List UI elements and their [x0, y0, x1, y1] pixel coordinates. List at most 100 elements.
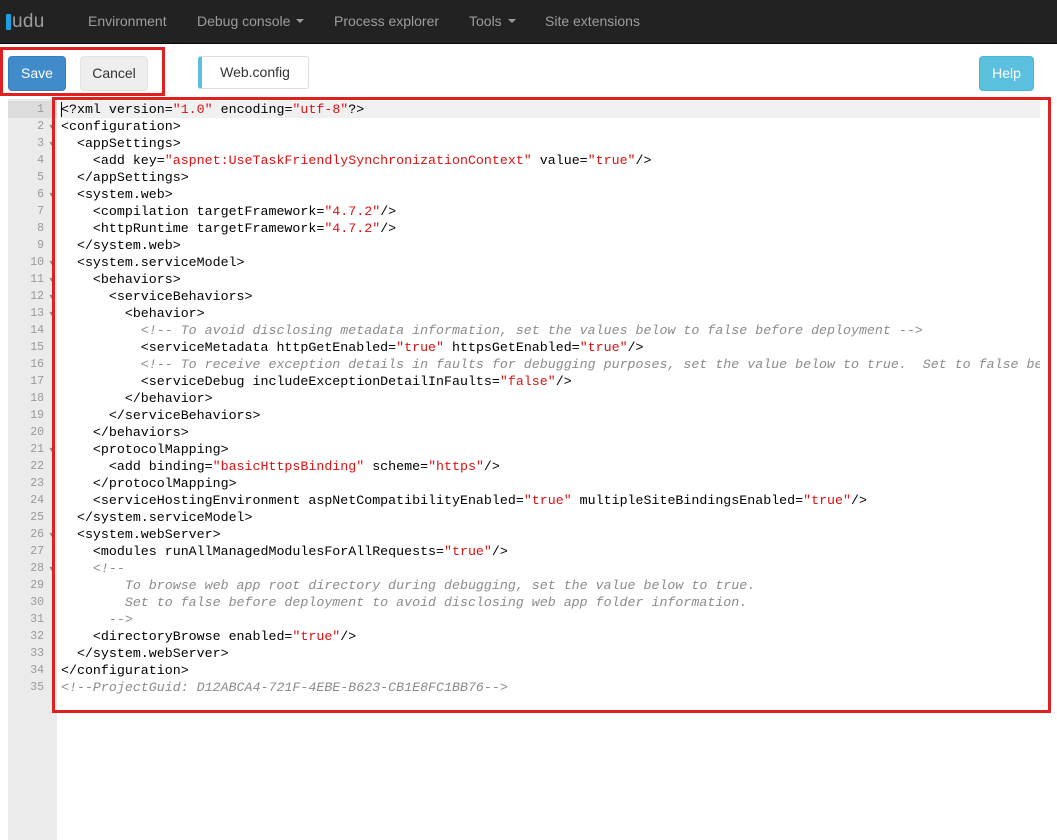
- fold-toggle-icon[interactable]: ▾: [47, 560, 56, 577]
- code-line[interactable]: <compilation targetFramework="4.7.2"/>: [61, 203, 396, 220]
- code-line[interactable]: <!--ProjectGuid: D12ABCA4-721F-4EBE-B623…: [61, 679, 508, 696]
- gutter-line: 23: [8, 475, 57, 492]
- code-line[interactable]: <directoryBrowse enabled="true"/>: [61, 628, 356, 645]
- code-line[interactable]: </protocolMapping>: [61, 475, 237, 492]
- fold-toggle-icon[interactable]: ▾: [47, 254, 56, 271]
- nav-environment[interactable]: Environment: [88, 0, 167, 44]
- save-button[interactable]: Save: [8, 56, 66, 91]
- code-line[interactable]: </serviceBehaviors>: [61, 407, 261, 424]
- gutter-line: 5: [8, 169, 57, 186]
- code-token: </configuration>: [61, 663, 189, 678]
- code-line[interactable]: <serviceMetadata httpGetEnabled="true" h…: [61, 339, 644, 356]
- fold-toggle-icon[interactable]: ▾: [47, 271, 56, 288]
- line-number: 25: [30, 511, 44, 524]
- code-token: />: [851, 493, 867, 508]
- code-line[interactable]: <modules runAllManagedModulesForAllReque…: [61, 543, 508, 560]
- top-navbar: udu Environment Debug console Process ex…: [0, 0, 1057, 44]
- code-line[interactable]: </appSettings>: [61, 169, 189, 186]
- code-line[interactable]: <!-- To avoid disclosing metadata inform…: [61, 322, 923, 339]
- cancel-button[interactable]: Cancel: [80, 56, 148, 91]
- gutter-line: 4: [8, 152, 57, 169]
- fold-toggle-icon[interactable]: ▾: [47, 288, 56, 305]
- code-token: encoding=: [212, 102, 293, 117]
- line-number: 23: [30, 477, 44, 490]
- code-line[interactable]: -->: [61, 611, 133, 628]
- nav-site-extensions-label: Site extensions: [545, 13, 640, 29]
- code-line[interactable]: </configuration>: [61, 662, 189, 679]
- string-token: "aspnet:UseTaskFriendlySynchronizationCo…: [164, 153, 532, 168]
- code-line[interactable]: <system.serviceModel>: [61, 254, 245, 271]
- gutter-line: 25: [8, 509, 57, 526]
- code-line[interactable]: <appSettings>: [61, 135, 181, 152]
- fold-toggle-icon[interactable]: ▾: [47, 305, 56, 322]
- line-number: 10: [30, 256, 44, 269]
- string-token: "true": [292, 629, 341, 644]
- line-number: 27: [30, 545, 44, 558]
- code-line[interactable]: <configuration>: [61, 118, 181, 135]
- code-line[interactable]: <system.webServer>: [61, 526, 221, 543]
- text-cursor: [61, 102, 62, 117]
- fold-toggle-icon[interactable]: ▾: [47, 118, 56, 135]
- code-line[interactable]: Set to false before deployment to avoid …: [61, 594, 747, 611]
- nav-process-explorer[interactable]: Process explorer: [334, 0, 439, 44]
- code-line[interactable]: <add key="aspnet:UseTaskFriendlySynchron…: [61, 152, 652, 169]
- code-editor[interactable]: 1 2 ▾ 3 ▾ 4 5 6 ▾ 7 8 9 10 ▾ 11 ▾ 12 ▾ 13 ▾ 14 15 16 17 18 19 20 21…: [8, 99, 1057, 840]
- chevron-down-icon: [507, 19, 516, 24]
- code-token: <httpRuntime targetFramework=: [61, 221, 325, 236]
- line-number: 24: [30, 494, 44, 507]
- gutter-line: 26 ▾: [8, 526, 57, 543]
- code-token: </appSettings>: [61, 170, 189, 185]
- code-area[interactable]: <?xml version="1.0" encoding="utf-8"?> <c…: [60, 99, 1040, 840]
- code-line[interactable]: <behavior>: [61, 305, 205, 322]
- nav-environment-label: Environment: [88, 13, 167, 29]
- code-token: <behaviors>: [61, 272, 181, 287]
- line-number: 33: [30, 647, 44, 660]
- code-line[interactable]: <serviceDebug includeExceptionDetailInFa…: [61, 373, 572, 390]
- code-token: </system.web>: [61, 238, 181, 253]
- nav-site-extensions[interactable]: Site extensions: [545, 0, 640, 44]
- code-line[interactable]: <serviceBehaviors>: [61, 288, 253, 305]
- file-tab-web-config[interactable]: Web.config: [198, 56, 309, 89]
- code-token: <serviceHostingEnvironment aspNetCompati…: [61, 493, 524, 508]
- code-line[interactable]: <!-- To receive exception details in fau…: [61, 356, 1040, 373]
- code-line[interactable]: <!--: [61, 560, 125, 577]
- fold-toggle-icon[interactable]: ▾: [47, 135, 56, 152]
- code-line[interactable]: </system.web>: [61, 237, 181, 254]
- gutter-line: 24: [8, 492, 57, 509]
- code-line[interactable]: <protocolMapping>: [61, 441, 229, 458]
- code-line[interactable]: <add binding="basicHttpsBinding" scheme=…: [61, 458, 500, 475]
- line-number: 1: [37, 103, 44, 116]
- code-line[interactable]: </system.serviceModel>: [61, 509, 253, 526]
- help-button[interactable]: Help: [979, 56, 1034, 91]
- string-token: "true": [587, 153, 636, 168]
- comment-token: <!--ProjectGuid: D12ABCA4-721F-4EBE-B623…: [61, 680, 508, 695]
- gutter-line: 28 ▾: [8, 560, 57, 577]
- code-line[interactable]: </system.webServer>: [61, 645, 229, 662]
- nav-debug-console[interactable]: Debug console: [197, 0, 305, 44]
- code-line[interactable]: <serviceHostingEnvironment aspNetCompati…: [61, 492, 867, 509]
- nav-tools[interactable]: Tools: [469, 0, 516, 44]
- gutter-line: 22: [8, 458, 57, 475]
- fold-toggle-icon[interactable]: ▾: [47, 441, 56, 458]
- gutter-line: 12 ▾: [8, 288, 57, 305]
- line-number: 7: [37, 205, 44, 218]
- code-line[interactable]: </behavior>: [61, 390, 213, 407]
- code-token: <protocolMapping>: [61, 442, 229, 457]
- code-line[interactable]: <behaviors>: [61, 271, 181, 288]
- code-token: />: [627, 340, 644, 355]
- line-number: 16: [30, 358, 44, 371]
- code-line[interactable]: <httpRuntime targetFramework="4.7.2"/>: [61, 220, 396, 237]
- fold-toggle-icon[interactable]: ▾: [47, 186, 56, 203]
- comment-token: <!-- To avoid disclosing metadata inform…: [140, 323, 923, 338]
- code-line[interactable]: To browse web app root directory during …: [61, 577, 755, 594]
- code-line[interactable]: <system.web>: [61, 186, 173, 203]
- fold-toggle-icon[interactable]: ▾: [47, 526, 56, 543]
- code-line[interactable]: <?xml version="1.0" encoding="utf-8"?>: [61, 101, 364, 118]
- gutter-line: 11 ▾: [8, 271, 57, 288]
- kudu-logo[interactable]: udu: [6, 8, 45, 36]
- code-line[interactable]: </behaviors>: [61, 424, 189, 441]
- code-token: />: [380, 204, 397, 219]
- comment-token: To browse web app root directory during …: [61, 578, 756, 593]
